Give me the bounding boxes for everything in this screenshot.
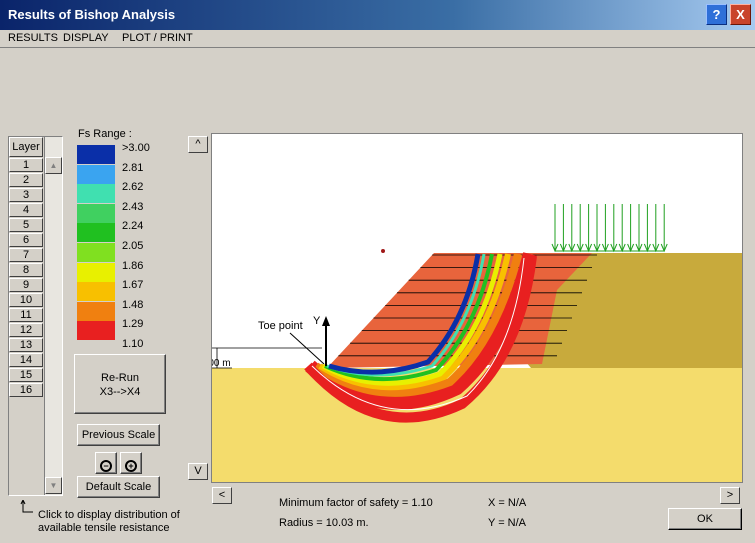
scroll-down-button[interactable]: V xyxy=(188,463,208,480)
hint-line-1: Click to display distribution of xyxy=(38,509,180,521)
layer-scroll-down-icon[interactable]: ▼ xyxy=(45,477,62,494)
fs-swatch-6 xyxy=(77,262,115,282)
layer-button-2[interactable]: 2 xyxy=(9,173,43,187)
layer-button-16[interactable]: 16 xyxy=(9,383,43,397)
layer-button-9[interactable]: 9 xyxy=(9,278,43,292)
zoom-in-button[interactable]: + xyxy=(120,452,142,474)
menu-results[interactable]: RESULTS xyxy=(8,32,58,44)
radius-value: Radius = 10.03 m. xyxy=(279,517,369,529)
y-value: Y = N/A xyxy=(488,517,527,529)
rerun-label-1: Re-Run xyxy=(101,372,139,384)
layer-button-4[interactable]: 4 xyxy=(9,203,43,217)
fs-label-9: 1.29 xyxy=(122,318,144,331)
zoom-in-icon: + xyxy=(125,460,137,472)
fs-label-0: >3.00 xyxy=(122,142,150,154)
ok-button[interactable]: OK xyxy=(668,508,742,530)
layer-button-13[interactable]: 13 xyxy=(9,338,43,352)
rerun-button[interactable]: Re-Run X3-->X4 xyxy=(74,354,166,414)
fs-label-2: 2.62 xyxy=(122,181,144,194)
layer-button-12[interactable]: 12 xyxy=(9,323,43,337)
menu-bar: RESULTS DISPLAY PLOT / PRINT xyxy=(0,30,755,48)
fs-swatch-1 xyxy=(77,164,115,184)
toe-point-label: Toe point xyxy=(258,320,303,332)
fs-swatch-8 xyxy=(77,301,115,321)
previous-scale-button[interactable]: Previous Scale xyxy=(77,424,160,446)
fs-label-4: 2.24 xyxy=(122,220,144,233)
layer-button-3[interactable]: 3 xyxy=(9,188,43,202)
fs-swatch-9 xyxy=(77,321,115,341)
y-axis-arrow-icon xyxy=(322,316,330,326)
scroll-up-button[interactable]: ^ xyxy=(188,136,208,153)
menu-plot-print[interactable]: PLOT / PRINT xyxy=(122,32,193,44)
min-factor-of-safety: Minimum factor of safety = 1.10 xyxy=(279,497,433,509)
layer-scrollbar[interactable]: ▲ ▼ xyxy=(44,137,62,495)
default-scale-button[interactable]: Default Scale xyxy=(77,476,160,498)
layer-button-7[interactable]: 7 xyxy=(9,248,43,262)
fs-swatch-7 xyxy=(77,282,115,302)
fs-range-title: Fs Range : xyxy=(78,128,132,140)
layer-button-5[interactable]: 5 xyxy=(9,218,43,232)
fs-label-6: 1.86 xyxy=(122,259,144,272)
layer-list: Layer 1 2 3 4 5 6 7 8 9 10 11 12 13 14 15 16 ▲ ▼ xyxy=(8,136,63,496)
rerun-label-2: X3-->X4 xyxy=(99,386,141,398)
layer-button-15[interactable]: 15 xyxy=(9,368,43,382)
fs-label-5: 2.05 xyxy=(122,240,144,252)
x-value: X = N/A xyxy=(488,497,527,509)
zoom-out-icon: − xyxy=(100,460,112,472)
layer-header: Layer xyxy=(9,137,43,157)
layer-button-10[interactable]: 10 xyxy=(9,293,43,307)
tensile-hint: Click to display distribution of availab… xyxy=(38,509,180,535)
fs-label-7: 1.67 xyxy=(122,279,144,292)
fs-label-10: 1.10 xyxy=(122,338,144,350)
title-bar: Results of Bishop Analysis ? X xyxy=(0,0,755,30)
fs-swatch-3 xyxy=(77,203,115,223)
hint-arrow-icon xyxy=(20,500,33,513)
menu-display[interactable]: DISPLAY xyxy=(63,32,109,44)
layer-button-8[interactable]: 8 xyxy=(9,263,43,277)
slip-center-point xyxy=(381,249,385,253)
help-button[interactable]: ? xyxy=(706,4,727,25)
layer-button-11[interactable]: 11 xyxy=(9,308,43,322)
scroll-left-button[interactable]: < xyxy=(212,487,232,504)
zoom-out-button[interactable]: − xyxy=(95,452,117,474)
fs-swatch-4 xyxy=(77,223,115,243)
surcharge-load xyxy=(551,204,668,253)
fs-swatch-2 xyxy=(77,184,115,204)
slope-drawing: Y Toe point 1.00 m xyxy=(212,204,742,482)
fs-swatch-5 xyxy=(77,243,115,262)
window-title: Results of Bishop Analysis xyxy=(8,7,176,22)
slope-canvas[interactable]: Y Toe point 1.00 m xyxy=(211,133,743,483)
layer-scroll-up-icon[interactable]: ▲ xyxy=(45,157,62,174)
scroll-right-button[interactable]: > xyxy=(720,487,740,504)
fs-swatch-0 xyxy=(77,145,115,164)
toe-pointer-line xyxy=(289,332,325,365)
layer-button-1[interactable]: 1 xyxy=(9,158,43,172)
close-button[interactable]: X xyxy=(730,4,751,25)
layer-button-14[interactable]: 14 xyxy=(9,353,43,367)
fs-label-1: 2.81 xyxy=(122,161,144,174)
fs-label-3: 2.43 xyxy=(122,200,144,213)
layer-button-6[interactable]: 6 xyxy=(9,233,43,247)
fs-label-8: 1.48 xyxy=(122,298,144,311)
dimension-label: 1.00 m xyxy=(212,358,231,369)
hint-line-2: available tensile resistance xyxy=(38,522,170,534)
y-axis-label: Y xyxy=(313,315,321,327)
